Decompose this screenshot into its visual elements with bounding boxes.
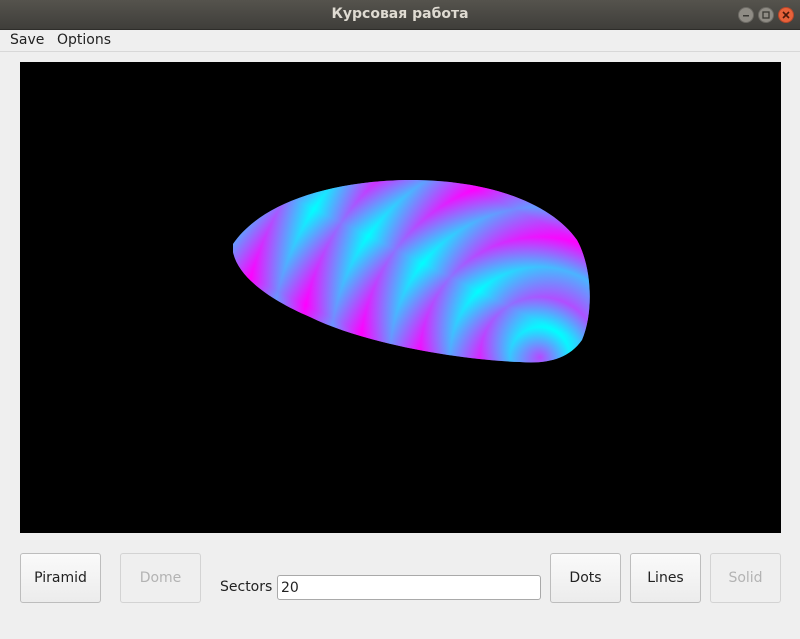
maximize-button[interactable] xyxy=(758,7,774,23)
dome-button[interactable]: Dome xyxy=(120,553,201,603)
dots-button[interactable]: Dots xyxy=(550,553,621,603)
close-icon xyxy=(782,11,790,19)
menu-bar: Save Options xyxy=(0,30,800,52)
lines-button[interactable]: Lines xyxy=(630,553,701,603)
dome-render xyxy=(233,179,590,363)
close-button[interactable] xyxy=(778,7,794,23)
sectors-input[interactable] xyxy=(277,575,541,600)
piramid-button[interactable]: Piramid xyxy=(20,553,101,603)
main-window: Курсовая работа Save Options Piramid Dom… xyxy=(0,0,800,639)
minimize-button[interactable] xyxy=(738,7,754,23)
maximize-icon xyxy=(762,11,770,19)
menu-save[interactable]: Save xyxy=(10,32,44,48)
solid-button[interactable]: Solid xyxy=(710,553,781,603)
menu-options[interactable]: Options xyxy=(57,32,111,48)
title-bar[interactable]: Курсовая работа xyxy=(0,0,800,30)
window-title: Курсовая работа xyxy=(331,6,469,22)
minimize-icon xyxy=(743,15,749,17)
sectors-label: Sectors xyxy=(220,579,273,595)
render-canvas[interactable] xyxy=(20,62,781,533)
